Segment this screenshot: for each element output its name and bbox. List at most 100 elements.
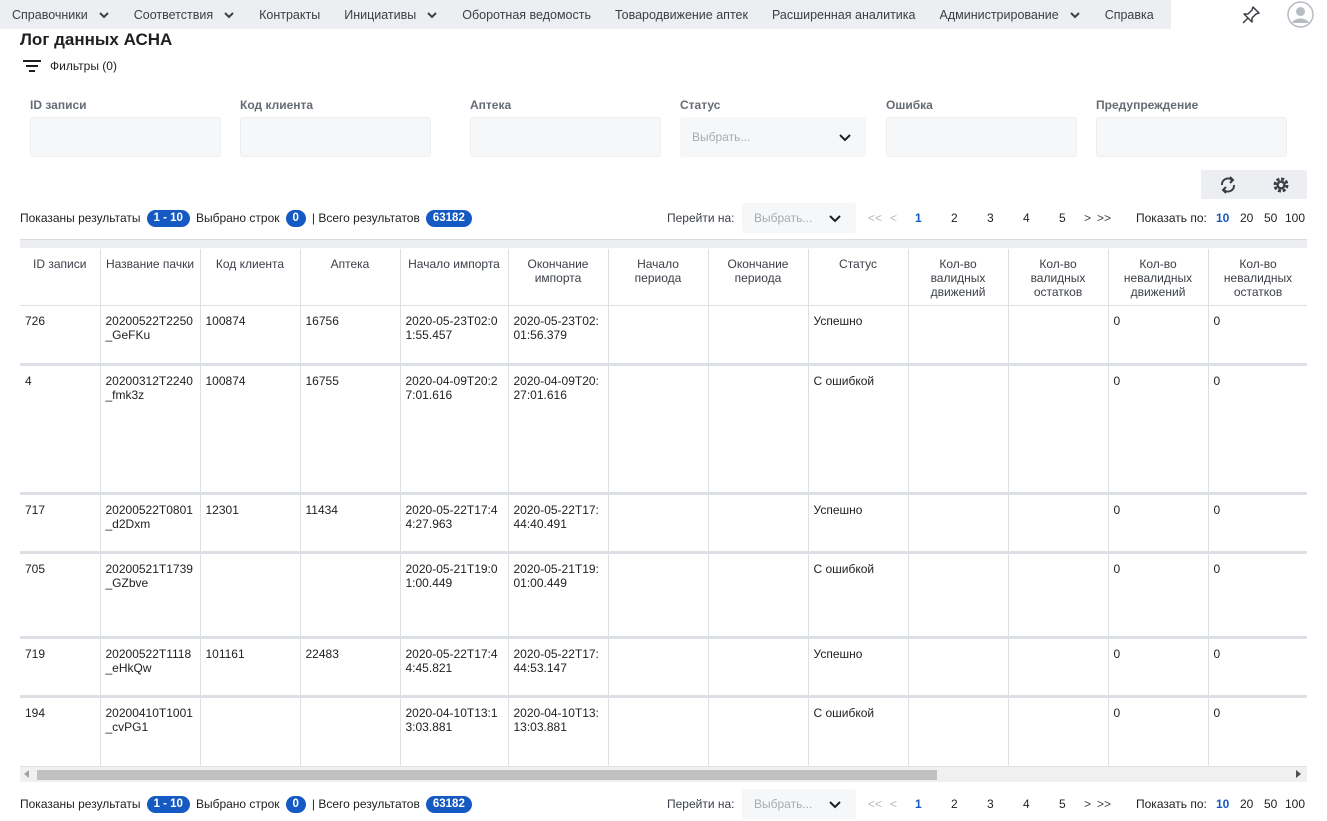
page-button[interactable]: 3	[987, 789, 994, 819]
client-code-input[interactable]	[240, 117, 431, 157]
page-size-option[interactable]: 50	[1264, 789, 1277, 819]
page-size-option[interactable]: 10	[1216, 203, 1229, 233]
page-size-option[interactable]: 20	[1240, 203, 1253, 233]
column-header[interactable]: Название пачки	[100, 249, 201, 306]
nav-item-1[interactable]: Соответствия	[122, 0, 247, 29]
nav-item-8[interactable]: Справка	[1093, 0, 1166, 29]
goto-page-select[interactable]: Выбрать...	[742, 203, 856, 233]
nav-item-0[interactable]: Справочники	[0, 0, 122, 29]
nav-item-7[interactable]: Администрирование	[927, 0, 1092, 29]
page-button[interactable]: 1	[915, 789, 922, 819]
prev-page-button[interactable]: <	[890, 203, 897, 233]
page-button[interactable]: 2	[951, 203, 958, 233]
page-button[interactable]: 2	[951, 789, 958, 819]
last-page-button[interactable]: >>	[1097, 789, 1111, 819]
column-header[interactable]: Окончание периода	[708, 249, 809, 306]
page-button[interactable]: 3	[987, 203, 994, 233]
table-cell: Успешно	[808, 637, 909, 698]
shown-range-badge: 1 - 10	[146, 209, 190, 227]
refresh-button[interactable]	[1201, 170, 1254, 199]
pagination-bottom: Показаны результаты 1 - 10 Выбрано строк 0 |…	[0, 789, 1327, 819]
filters-toggle-button[interactable]: Фильтры (0)	[22, 57, 117, 75]
chevron-down-icon	[839, 134, 851, 142]
filter-icon	[23, 60, 41, 72]
user-avatar-icon[interactable]	[1287, 1, 1314, 28]
page-button[interactable]: 4	[1023, 203, 1030, 233]
page-button[interactable]: 5	[1059, 203, 1066, 233]
column-header[interactable]: Аптека	[300, 249, 401, 306]
goto-page-select[interactable]: Выбрать...	[742, 789, 856, 819]
page-size-option[interactable]: 100	[1285, 789, 1305, 819]
horizontal-scrollbar[interactable]	[20, 766, 1307, 782]
column-header[interactable]: Кол-во невалидных движений	[1108, 249, 1209, 306]
column-header[interactable]: Кол-во невалидных остатков	[1208, 249, 1307, 306]
nav-item-2[interactable]: Контракты	[247, 0, 332, 29]
column-header[interactable]: Окончание импорта	[508, 249, 609, 306]
table-cell	[908, 305, 1009, 366]
column-header[interactable]: ID записи	[20, 249, 101, 306]
pagination-top: Показаны результаты 1 - 10 Выбрано строк 0 |…	[0, 203, 1327, 233]
table-cell	[200, 696, 301, 770]
next-page-button[interactable]: >	[1084, 203, 1091, 233]
last-page-button[interactable]: >>	[1097, 203, 1111, 233]
scrollbar-thumb[interactable]	[37, 770, 937, 780]
column-header[interactable]: Код клиента	[200, 249, 301, 306]
goto-label: Перейти на:	[667, 797, 735, 811]
nav-item-5[interactable]: Товародвижение аптек	[603, 0, 760, 29]
page-button[interactable]: 4	[1023, 789, 1030, 819]
column-header[interactable]: Кол-во валидных движений	[908, 249, 1009, 306]
pharmacy-label: Аптека	[470, 98, 512, 112]
nav-item-label: Контракты	[259, 7, 321, 22]
nav-item-6[interactable]: Расширенная аналитика	[760, 0, 928, 29]
table-cell	[708, 364, 809, 495]
table-cell	[708, 552, 809, 639]
record-id-input[interactable]	[30, 117, 221, 157]
table-cell: 0	[1108, 364, 1209, 495]
table-cell: 20200522T1118_eHkQw	[100, 637, 201, 698]
next-page-button[interactable]: >	[1084, 789, 1091, 819]
page-size-option[interactable]: 10	[1216, 789, 1229, 819]
scroll-left-icon[interactable]	[24, 770, 29, 778]
warning-input[interactable]	[1096, 117, 1287, 157]
table-row[interactable]: 194 20200410T1001_cvPG1 2020-04-10T13:13:0…	[20, 696, 1307, 770]
table-cell	[608, 305, 709, 366]
settings-button[interactable]	[1254, 170, 1307, 199]
column-header[interactable]: Начало периода	[608, 249, 709, 306]
table-row[interactable]: 719 20200522T1118_eHkQw 101161 22483 2020-05…	[20, 637, 1307, 698]
selected-label: Выбрано строк	[195, 797, 280, 811]
first-page-button[interactable]: <<	[868, 789, 882, 819]
table-cell: Успешно	[808, 305, 909, 366]
nav-item-4[interactable]: Оборотная ведомость	[450, 0, 603, 29]
table-cell: 2020-05-21T19:01:00.449	[508, 552, 609, 639]
table-row[interactable]: 717 20200522T0801_d2Dxm 12301 11434 2020-05-…	[20, 493, 1307, 554]
page-title: Лог данных АСНА	[20, 30, 173, 49]
status-select[interactable]: Выбрать...	[680, 117, 866, 157]
table-row[interactable]: 726 20200522T2250_GeFKu 100874 16756 2020-05…	[20, 305, 1307, 366]
nav-item-3[interactable]: Инициативы	[332, 0, 450, 29]
column-header[interactable]: Статус	[808, 249, 909, 306]
column-header[interactable]: Начало импорта	[400, 249, 509, 306]
error-input[interactable]	[886, 117, 1077, 157]
first-page-button[interactable]: <<	[868, 203, 882, 233]
table-row[interactable]: 4 20200312T2240_fmk3z 100874 16755 2020-04-0…	[20, 364, 1307, 495]
chevron-down-icon	[1069, 11, 1080, 18]
page-button[interactable]: 5	[1059, 789, 1066, 819]
selected-label: Выбрано строк	[195, 211, 280, 225]
pin-icon[interactable]	[1240, 4, 1262, 26]
scroll-right-icon[interactable]	[1296, 770, 1301, 778]
table-row[interactable]: 705 20200521T1739_GZbve 2020-05-21T19:01:0…	[20, 552, 1307, 639]
page-size-label: Показать по:	[1136, 211, 1207, 225]
page-size-option[interactable]: 20	[1240, 789, 1253, 819]
page-size-option[interactable]: 50	[1264, 203, 1277, 233]
shown-label: Показаны результаты	[20, 211, 141, 225]
total-label: | Всего результатов	[311, 797, 420, 811]
table-cell: 2020-05-23T02:01:55.457	[400, 305, 509, 366]
table-cell: 0	[1208, 696, 1307, 770]
table-cell: 16756	[300, 305, 401, 366]
page-button[interactable]: 1	[915, 203, 922, 233]
column-header[interactable]: Кол-во валидных остатков	[1008, 249, 1109, 306]
prev-page-button[interactable]: <	[890, 789, 897, 819]
page-size-option[interactable]: 100	[1285, 203, 1305, 233]
table-cell: 20200410T1001_cvPG1	[100, 696, 201, 770]
pharmacy-input[interactable]	[470, 117, 661, 157]
